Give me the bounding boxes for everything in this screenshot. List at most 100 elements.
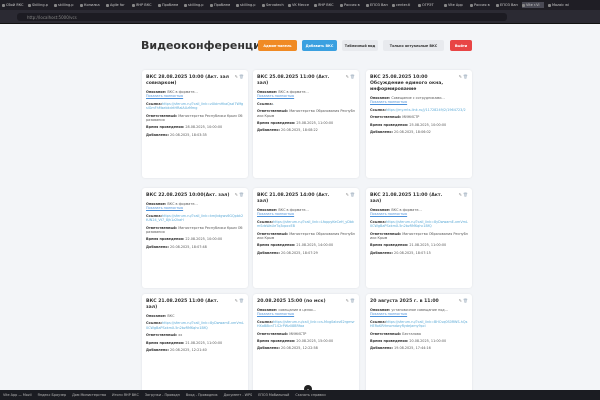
card-added: Добавлено: 20.08.2025, 18:07:15	[370, 250, 431, 255]
logout-button[interactable]: Выйти	[450, 40, 472, 51]
browser-tab[interactable]: ЯНР ВКС	[314, 2, 336, 8]
actual-only-button[interactable]: Только актуальные ВКС	[383, 40, 444, 51]
browser-tab[interactable]: Agile for	[106, 2, 128, 8]
edit-icon[interactable]: ✎	[459, 192, 462, 197]
taskbar-item[interactable]: ЕПОЗ Мобильный	[258, 393, 289, 397]
edit-icon[interactable]: ✎	[235, 192, 238, 197]
card-added: Добавлено: 20.08.2025, 12:21:40	[146, 348, 207, 353]
table-view-button[interactable]: Табличный вид	[342, 40, 378, 51]
edit-icon[interactable]: ✎	[235, 298, 238, 303]
delete-icon[interactable]: 🗑	[463, 74, 468, 79]
vcs-card: ВКС 21.08.2025 14:00 (Акт. зал) ✎ 🗑 Опис…	[253, 188, 359, 288]
favicon-icon	[2, 3, 5, 7]
favicon-icon	[158, 3, 161, 7]
edit-icon[interactable]: ✎	[459, 298, 462, 303]
taskbar-item[interactable]: Скачать справки	[295, 393, 325, 397]
card-added: Добавлено: 19.08.2025, 17:44:16	[370, 346, 431, 351]
delete-icon[interactable]: 🗑	[350, 74, 355, 79]
tab-label: Россия в	[474, 3, 490, 7]
delete-icon[interactable]: 🗑	[350, 192, 355, 197]
favicon-icon	[548, 3, 551, 7]
browser-tab[interactable]: Servatech	[262, 2, 284, 8]
edit-icon[interactable]: ✎	[346, 192, 349, 197]
browser-tab[interactable]: Россия в	[340, 2, 362, 8]
browser-tab[interactable]: ЯНР ВКС	[132, 2, 154, 8]
show-more-link[interactable]: Показать полностью	[257, 312, 355, 316]
taskbar-item[interactable]: Итоги ЯНР ВКС	[112, 393, 139, 397]
browser-tab[interactable]: Россия в	[470, 2, 492, 8]
browser-tab[interactable]: ЕПОЗ Ван	[496, 2, 518, 8]
vcs-link[interactable]: https://my.mts-link.ru/j/11728249/2/1964…	[386, 108, 466, 112]
taskbar-item[interactable]: Vite App — Mozil	[3, 393, 32, 397]
vcs-card: 20.08.2025 15:00 (по мск) ✎ 🗑 Описание: …	[253, 294, 359, 394]
favicon-icon	[288, 3, 291, 7]
taskbar: Vite App — Mozil Яндекс Браузер Дом Минист…	[0, 390, 600, 400]
vcs-link[interactable]: -	[273, 102, 274, 106]
delete-icon[interactable]: 🗑	[239, 298, 244, 303]
browser-tab[interactable]: skilling.p	[54, 2, 76, 8]
show-more-link[interactable]: Показать полностью	[370, 212, 468, 216]
browser-tab[interactable]: skilling.p	[184, 2, 206, 8]
browser-tab[interactable]: Vite App	[444, 2, 466, 8]
taskbar-item[interactable]: Дом Министерства	[72, 393, 106, 397]
browser-tab[interactable]: Mozaic wi	[548, 2, 570, 8]
browser-tab[interactable]: VK Мессе	[288, 2, 310, 8]
tab-label: Agile for	[110, 3, 125, 7]
card-description: Описание: Совещание с сотрудниками... Пок…	[370, 96, 468, 105]
tab-label: Servatech	[266, 3, 284, 7]
card-link: Ссылка:https://sferum.ru/call_link=cs-Mv…	[257, 319, 355, 329]
add-vcs-button[interactable]: Добавить ВКС	[302, 40, 337, 51]
show-more-link[interactable]: Показать полностью	[146, 206, 244, 210]
show-more-link[interactable]: Показать полностью	[370, 100, 468, 104]
favicon-icon	[184, 3, 187, 7]
delete-icon[interactable]: 🗑	[463, 192, 468, 197]
card-time: Время проведения: 20.08.2025, 11:00:00	[370, 339, 447, 344]
edit-icon[interactable]: ✎	[235, 74, 238, 79]
admin-panel-button[interactable]: Админ-панель	[258, 40, 297, 51]
delete-icon[interactable]: 🗑	[239, 74, 244, 79]
browser-tab[interactable]: Проблем	[158, 2, 180, 8]
vcs-card: ВКС 22.08.2025 10:00(Акт. зал) ✎ 🗑 Описа…	[142, 188, 248, 288]
taskbar-item[interactable]: Яндекс Браузер	[38, 393, 67, 397]
card-description: Описание: совещание в целях... Показать п…	[257, 308, 355, 317]
browser-tab[interactable]: Копилка	[80, 2, 102, 8]
tab-label: Проблем	[214, 3, 231, 7]
delete-icon[interactable]: 🗑	[463, 298, 468, 303]
card-added: Добавлено: 20.08.2025, 18:03:35	[146, 132, 207, 137]
show-more-link[interactable]: Показать полностью	[370, 312, 468, 316]
card-responsible: Ответственный: Министерство Образования …	[257, 231, 355, 241]
card-title: ВКС 25.08.2025 11:00 (Акт. зал)	[257, 75, 330, 86]
browser-tab[interactable]: center.tl	[392, 2, 414, 8]
edit-icon[interactable]: ✎	[346, 298, 349, 303]
edit-icon[interactable]: ✎	[346, 74, 349, 79]
browser-tab[interactable]: ЕПОЗ Ван	[366, 2, 388, 8]
browser-tab[interactable]: Сбой ЯКС	[2, 2, 24, 8]
taskbar-item[interactable]: Документ - WPS	[224, 393, 253, 397]
show-more-link[interactable]: Показать полностью	[257, 212, 355, 216]
address-bar-area: http://localhost:5000/vcs	[0, 10, 600, 24]
show-more-link[interactable]: Показать полностью	[257, 94, 355, 98]
favicon-icon	[54, 3, 57, 7]
card-description: Описание: ВКС в формате... Показать полно…	[257, 208, 355, 217]
taskbar-item[interactable]: Вход - Проводник	[186, 393, 218, 397]
edit-icon[interactable]: ✎	[459, 74, 462, 79]
card-time: Время проведения: 21.08.2025, 14:00:00	[257, 243, 334, 248]
browser-tab[interactable]: Skilling.p	[28, 2, 50, 8]
delete-icon[interactable]: 🗑	[350, 298, 355, 303]
tab-label: ЯНР ВКС	[136, 3, 152, 7]
delete-icon[interactable]: 🗑	[239, 192, 244, 197]
browser-tab[interactable]: Vite r.Vi	[522, 2, 544, 8]
taskbar-item[interactable]: Загрузки - Проводн	[145, 393, 180, 397]
url-input[interactable]: http://localhost:5000/vcs	[17, 13, 507, 21]
tab-label: VK Мессе	[292, 3, 309, 7]
favicon-icon	[80, 3, 83, 7]
card-link: Ссылка:https://sferum.ru/?call_link=8yDw…	[146, 321, 244, 330]
tab-label: Копилка	[84, 3, 100, 7]
browser-tab[interactable]: ОГРЭТ	[418, 2, 440, 8]
browser-tab[interactable]: Проблем	[210, 2, 232, 8]
favicon-icon	[236, 3, 239, 7]
show-more-link[interactable]: Показать полностью	[146, 94, 244, 98]
favicon-icon	[132, 3, 135, 7]
card-link: Ссылка:https://sferum.ru/?call_link=BHCv…	[370, 319, 468, 329]
browser-tab[interactable]: skilling.p	[236, 2, 258, 8]
